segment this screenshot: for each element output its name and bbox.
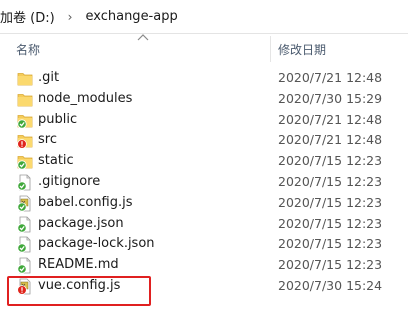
js-file-synced-icon bbox=[17, 195, 31, 212]
file-row[interactable]: README.md 2020/7/15 12:23 bbox=[0, 255, 408, 276]
file-date: 2020/7/15 12:23 bbox=[278, 257, 383, 273]
file-name: package-lock.json bbox=[38, 236, 155, 252]
file-date: 2020/7/30 15:24 bbox=[278, 277, 383, 293]
folder-error-icon bbox=[17, 135, 33, 150]
file-row[interactable]: node_modules 2020/7/30 15:29 bbox=[0, 89, 408, 110]
file-row[interactable]: .git 2020/7/21 12:48 bbox=[0, 68, 408, 89]
column-divider[interactable] bbox=[270, 36, 271, 62]
file-list: .git 2020/7/21 12:48 node_modules 2020/7/30… bbox=[0, 68, 408, 297]
folder-synced-icon bbox=[17, 156, 33, 170]
file-date: 2020/7/21 12:48 bbox=[278, 132, 383, 148]
folder-synced-icon bbox=[17, 114, 33, 129]
file-row[interactable]: public 2020/7/21 12:48 bbox=[0, 110, 408, 131]
file-date: 2020/7/21 12:48 bbox=[278, 111, 383, 127]
file-row[interactable]: package.json 2020/7/15 12:23 bbox=[0, 214, 408, 235]
file-name: package.json bbox=[38, 215, 124, 231]
highlight-box bbox=[7, 276, 151, 306]
file-date: 2020/7/15 12:23 bbox=[278, 173, 383, 189]
file-synced-icon bbox=[17, 174, 31, 191]
file-date: 2020/7/15 12:23 bbox=[278, 236, 383, 252]
chevron-right-icon[interactable]: › bbox=[68, 10, 73, 24]
file-row[interactable]: babel.config.js 2020/7/15 12:23 bbox=[0, 193, 408, 214]
file-date: 2020/7/30 15:29 bbox=[278, 90, 383, 106]
file-date: 2020/7/21 12:48 bbox=[278, 70, 383, 85]
file-name: .gitignore bbox=[38, 173, 101, 189]
file-row[interactable]: static 2020/7/15 12:23 bbox=[0, 151, 408, 172]
file-synced-icon bbox=[17, 236, 31, 253]
file-name: README.md bbox=[38, 257, 119, 273]
file-date: 2020/7/15 12:23 bbox=[278, 215, 383, 231]
file-row[interactable]: src 2020/7/21 12:48 bbox=[0, 130, 408, 151]
file-synced-icon bbox=[17, 216, 31, 233]
breadcrumb: 加卷 (D:) › exchange-app bbox=[0, 0, 408, 34]
file-name: .git bbox=[38, 70, 60, 85]
file-name: static bbox=[38, 153, 74, 169]
folder-icon bbox=[17, 73, 33, 86]
column-header-row: 名称 修改日期 bbox=[0, 36, 408, 62]
column-header-date[interactable]: 修改日期 bbox=[278, 41, 326, 58]
folder-icon bbox=[17, 93, 33, 107]
file-name: src bbox=[38, 132, 57, 148]
file-synced-icon bbox=[17, 257, 31, 274]
file-date: 2020/7/15 12:23 bbox=[278, 153, 383, 169]
file-row[interactable]: package-lock.json 2020/7/15 12:23 bbox=[0, 234, 408, 255]
column-header-name[interactable]: 名称 bbox=[16, 41, 40, 58]
file-name: public bbox=[38, 111, 78, 127]
breadcrumb-drive[interactable]: 加卷 (D:) bbox=[0, 7, 55, 26]
file-row[interactable]: .gitignore 2020/7/15 12:23 bbox=[0, 172, 408, 193]
file-name: node_modules bbox=[38, 90, 133, 106]
file-name: babel.config.js bbox=[38, 194, 133, 210]
breadcrumb-folder[interactable]: exchange-app bbox=[85, 9, 177, 24]
file-date: 2020/7/15 12:23 bbox=[278, 194, 383, 210]
